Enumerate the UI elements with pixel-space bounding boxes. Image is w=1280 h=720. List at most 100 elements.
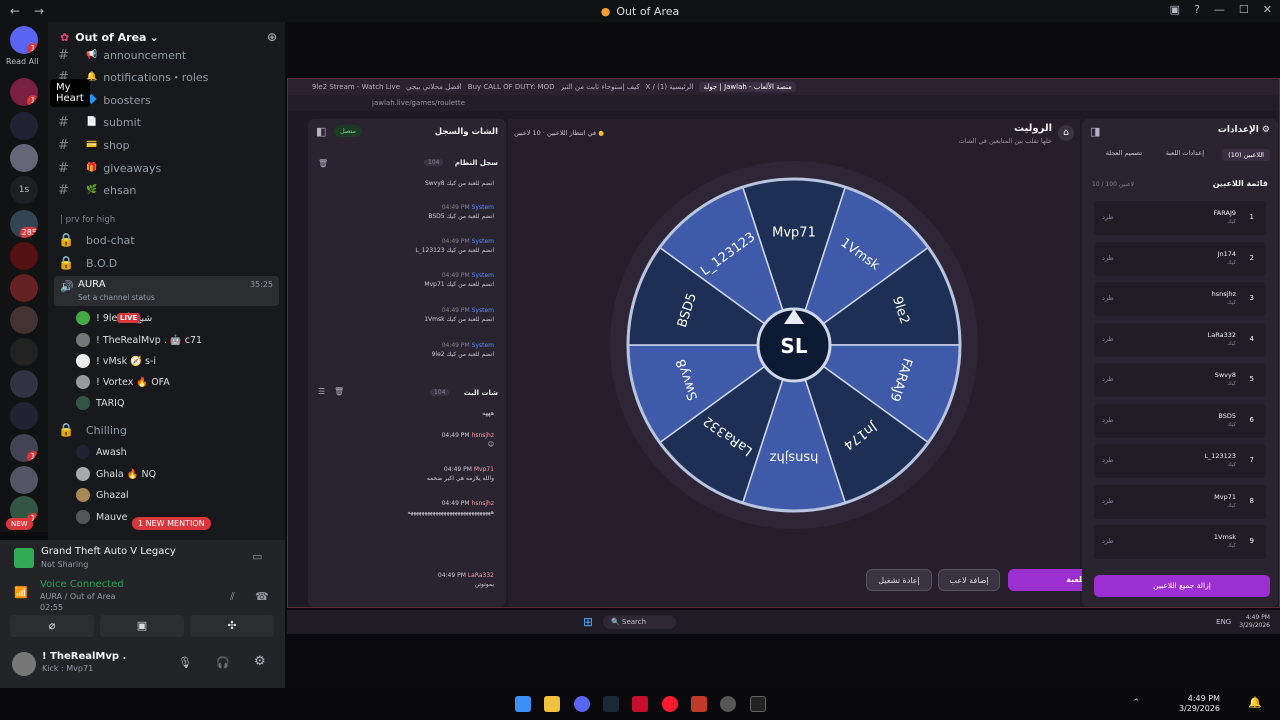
server-icon[interactable]: 1 [10,434,38,462]
server-icon[interactable] [10,112,38,140]
search-box[interactable]: 🔍 Search [603,615,677,629]
channel-bod[interactable]: 🔒 B.O.D [58,253,117,273]
channel-ehsan[interactable]: # 🌿 ehsan [58,180,136,200]
browser-tab[interactable]: 9le2 Stream - Watch Live [312,83,400,91]
app-icon[interactable] [720,696,736,712]
voice-user[interactable]: Mauve [76,507,128,527]
server-icon[interactable] [10,338,38,366]
screen-share-button[interactable]: ▣ [100,615,184,637]
trash-icon[interactable]: 🗑 [318,159,328,168]
kick-button[interactable]: طرد [1102,294,1114,302]
kick-button[interactable]: طرد [1102,416,1114,424]
server-icon[interactable] [10,402,38,430]
channel-submit[interactable]: # 📄 submit [58,112,141,132]
browser-tab-active[interactable]: جولة | Jawlah - منصة الألعاب [699,82,796,92]
microphone-icon[interactable]: 🎙 [178,656,192,669]
browser-tab[interactable]: أفضل محلاتي بيجي [406,83,462,91]
address-bar[interactable]: jawlah.live/games/roulette [288,95,1279,111]
opera-icon[interactable] [662,696,678,712]
voice-user[interactable]: ! TheRealMvp . 🤖 c71 [76,330,202,350]
gear-icon[interactable]: ⚙ [254,654,266,669]
file-explorer-icon[interactable] [544,696,560,712]
steam-icon[interactable] [603,696,619,712]
noise-suppression-icon[interactable]: ⫽ [230,590,235,604]
tray-chevron-icon[interactable]: ⌃ [1132,698,1140,708]
server-icon[interactable]: 1s [10,176,38,204]
notification-icon[interactable]: 🔔 [1248,696,1262,709]
help-icon[interactable]: ? [1194,3,1200,16]
app-icon[interactable] [691,696,707,712]
roulette-wheel[interactable]: Mvp711Vmsk9le2FARAJ9Jn174hsnsjhzLaRa332S… [608,159,980,531]
browser-tab[interactable]: X / الرئيسية (1) [646,83,694,91]
list-icon[interactable]: ☰ [318,387,325,396]
channel-giveaways[interactable]: # 🎁 giveaways [58,158,161,178]
tooltip: My Heart [50,79,90,107]
headphones-icon[interactable]: 🎧 [216,656,230,669]
server-icon[interactable] [10,242,38,270]
kick-button[interactable]: طرد [1102,375,1114,383]
kick-button[interactable]: طرد [1102,537,1114,545]
tab-game-settings[interactable]: إعدادات اللعبة [1166,149,1204,157]
server-icon[interactable] [10,306,38,334]
new-mention-badge[interactable]: 1 NEW MENTION [132,517,211,530]
discord-icon[interactable] [574,696,590,712]
home-icon[interactable]: ⌂ [1058,125,1074,141]
add-member-icon[interactable]: ⊕ [267,30,277,44]
live-badge: LIVE [116,313,141,323]
tab-players[interactable]: اللاعبين (10) [1222,149,1270,161]
server-icon[interactable] [10,370,38,398]
maximize-icon[interactable]: ☐ [1239,3,1249,16]
discord-home-icon[interactable]: 1 [10,26,38,54]
browser-tab[interactable]: كيف إستوحاء ثابت من التيز [561,83,640,91]
voice-channel-aura[interactable]: 🔊 AURA 35:25 Set a channel status [54,276,279,306]
remove-all-button[interactable]: إزالة جميع اللاعبين [1094,575,1270,597]
server-icon[interactable] [10,274,38,302]
close-icon[interactable]: ✕ [1263,3,1272,16]
channel-shop[interactable]: # 💳 shop [58,135,130,155]
log-title: سجل النظام [454,159,498,167]
voice-user[interactable]: Awash [76,442,127,462]
kick-button[interactable]: طرد [1102,254,1114,262]
new-badge[interactable]: NEW [6,518,33,530]
browser-tab[interactable]: Buy CALL OF DUTY: MOD [468,83,555,91]
kick-button[interactable]: طرد [1102,335,1114,343]
app-icon[interactable] [632,696,648,712]
server-icon[interactable] [10,466,38,494]
voice-user[interactable]: ! 9le 🎤 شبح LIVE [76,308,152,328]
server-icon[interactable]: 1 [10,78,38,106]
voice-user[interactable]: Ghala 🔥 NQ [76,464,156,484]
voice-user[interactable]: ! Vortex 🔥 OFA [76,372,170,392]
tab-wheel-design[interactable]: تصميم العجلة [1106,149,1142,157]
voice-user[interactable]: Ghazal [76,485,129,505]
voice-user[interactable]: ! vMsk 🧭 s-i [76,351,156,371]
screen-share-icon[interactable]: ▭ [252,550,262,563]
collapse-icon[interactable]: ◧ [316,125,326,138]
windows-start-icon[interactable] [515,696,531,712]
activities-button[interactable]: ✣ [190,615,274,637]
app-icon[interactable] [750,696,766,712]
category-header[interactable]: | prv for high [60,215,115,225]
voice-channel-chilling[interactable]: 🔒 Chilling [58,420,127,440]
kick-button[interactable]: طرد [1102,456,1114,464]
live-chat-title: شات البث [463,389,498,397]
avatar[interactable] [12,652,36,676]
player-row: طرد Jn174 كيك 2 [1094,241,1266,276]
restart-button[interactable]: إعادة تشغيل [866,569,932,591]
voice-user[interactable]: TARIQ [76,393,124,413]
server-icon[interactable] [10,144,38,172]
kick-button[interactable]: طرد [1102,213,1114,221]
disconnect-icon[interactable]: ☎ [255,590,269,603]
collapse-icon[interactable]: ◨ [1090,125,1100,138]
kick-button[interactable]: طرد [1102,497,1114,505]
clock[interactable]: 4:49 PM 3/29/2026 [1179,694,1220,714]
read-all-button[interactable]: Read All [6,57,39,66]
trash-icon[interactable]: 🗑 [334,387,344,396]
windows-start-icon[interactable]: ⊞ [583,615,593,629]
channel-announcement[interactable]: # 📢 announcement [58,45,186,65]
server-icon[interactable]: 285 [10,210,38,238]
inbox-icon[interactable]: ▣ [1170,3,1180,16]
minimize-icon[interactable]: — [1214,3,1225,16]
add-player-button[interactable]: إضافة لاعب [938,569,1000,591]
channel-bod-chat[interactable]: 🔒 bod-chat [58,230,135,250]
camera-off-button[interactable]: ⌀ [10,615,94,637]
